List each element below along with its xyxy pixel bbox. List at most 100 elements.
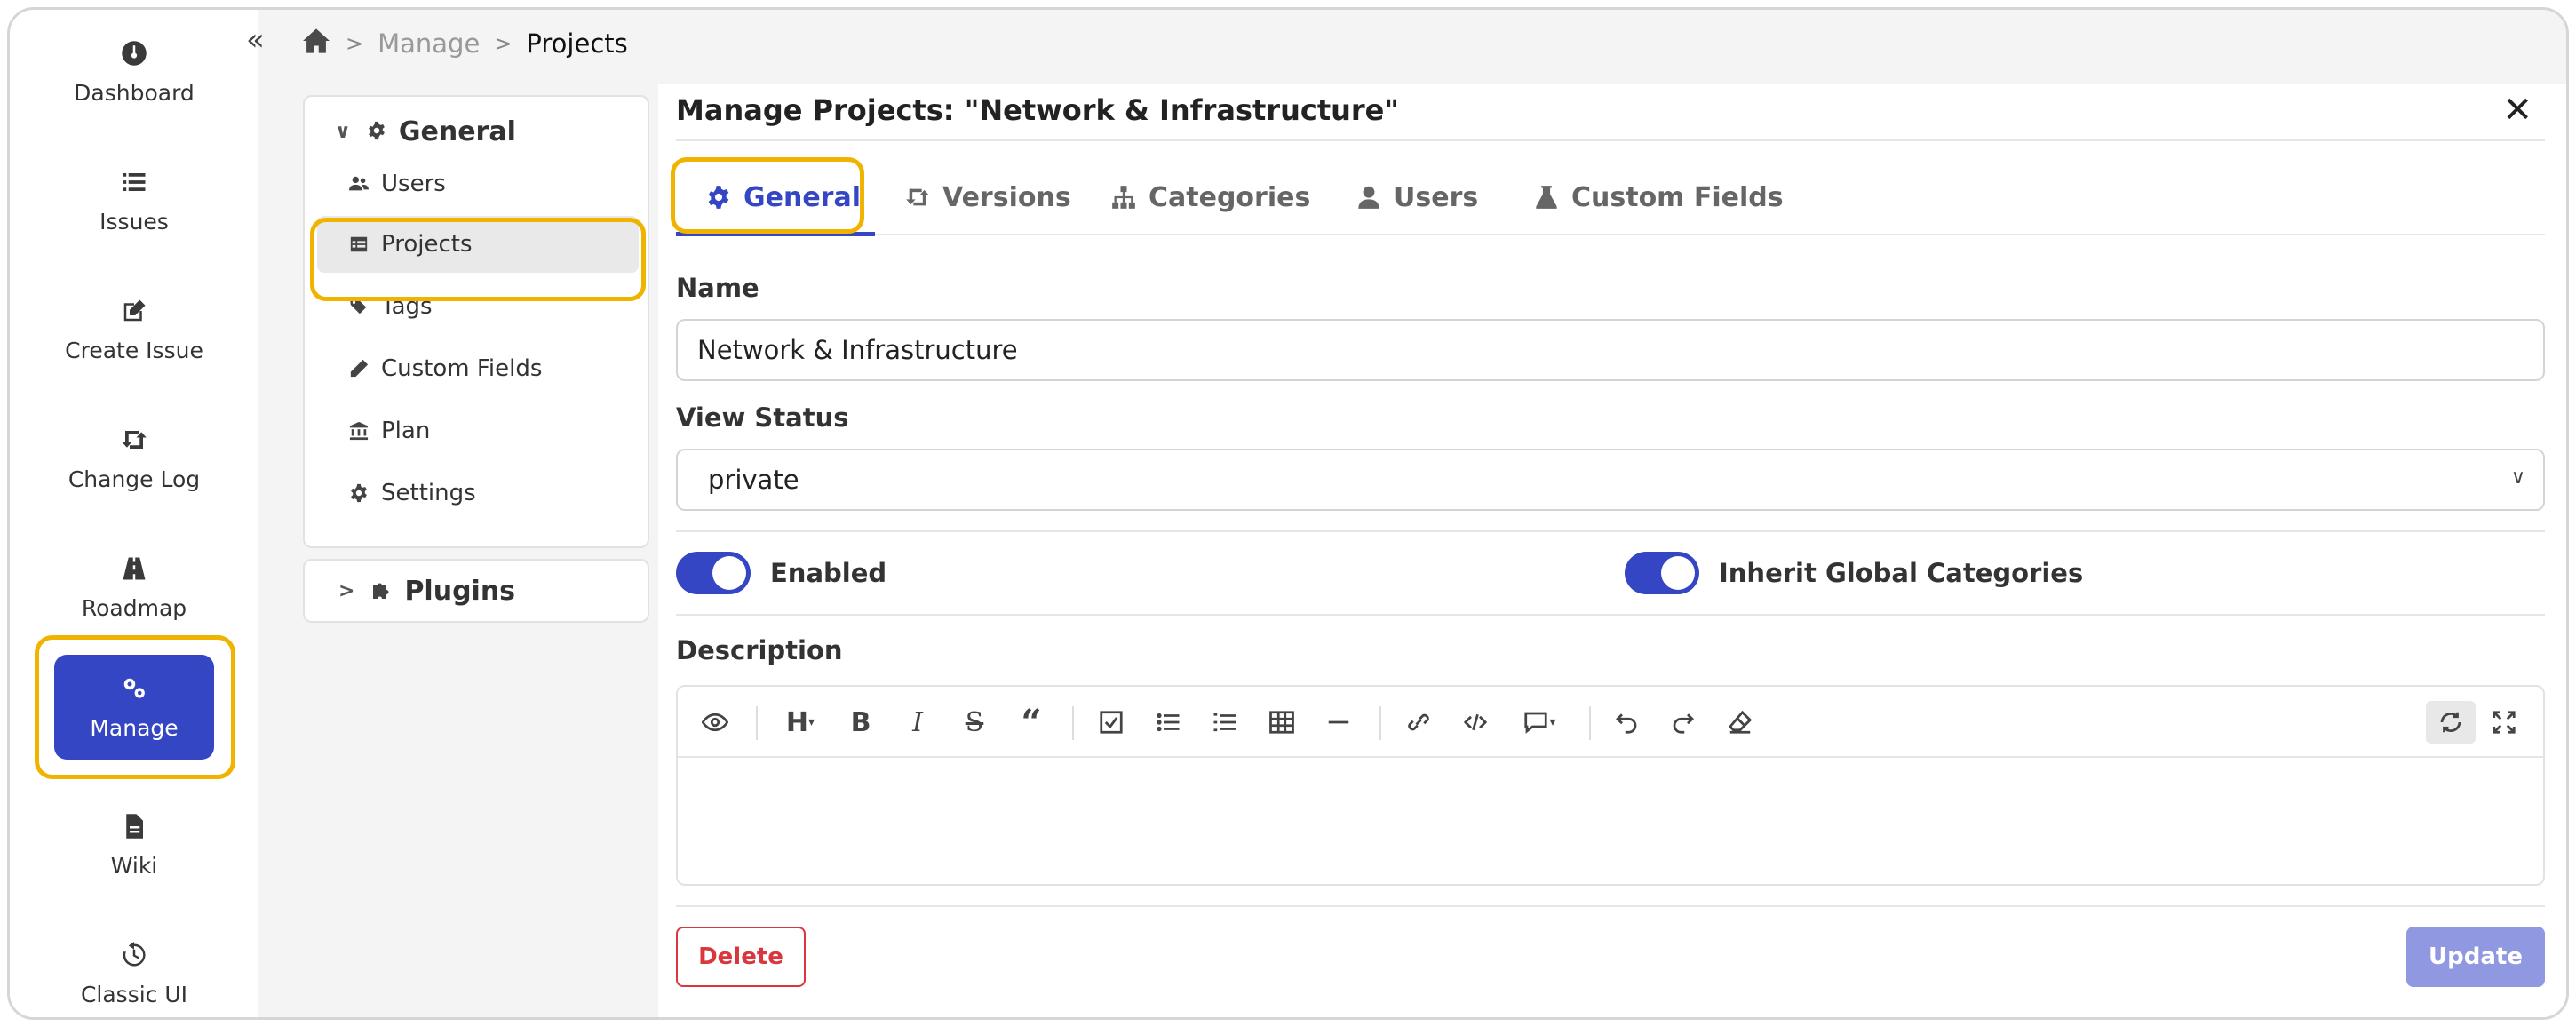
menu-item-label: Plan	[381, 418, 431, 444]
close-icon[interactable]: ✕	[2502, 90, 2532, 131]
tab-categories[interactable]: Categories	[1111, 159, 1310, 235]
menu-item-plan[interactable]: Plan	[317, 402, 639, 459]
user-icon	[1358, 186, 1379, 209]
redo-icon[interactable]	[1664, 701, 1703, 744]
nav-change-log[interactable]: Change Log	[54, 405, 214, 512]
fullscreen-icon[interactable]	[2485, 701, 2524, 744]
enabled-toggle-row: Enabled	[676, 552, 886, 594]
quote-icon[interactable]: “	[1012, 701, 1051, 744]
toolbar-separator	[1072, 706, 1074, 740]
toggle-knob	[1661, 556, 1695, 590]
nav-roadmap[interactable]: Roadmap	[54, 534, 214, 641]
flask-icon	[1536, 186, 1557, 209]
chevron-down-icon: ∨	[2510, 466, 2525, 489]
tab-label: Users	[1394, 181, 1479, 213]
comment-icon[interactable]: ▾	[1511, 701, 1568, 744]
nav-label: Issues	[99, 208, 169, 235]
link-icon[interactable]	[1399, 701, 1438, 744]
inherit-categories-toggle[interactable]	[1625, 552, 1699, 594]
preview-icon[interactable]	[694, 701, 736, 744]
editor-toolbar: H ▾ B I S “ ▾	[678, 687, 2543, 758]
view-status-label: View Status	[676, 402, 849, 433]
inherit-categories-toggle-row: Inherit Global Categories	[1625, 552, 2083, 594]
description-label: Description	[676, 635, 843, 665]
nav-create-issue[interactable]: Create Issue	[54, 276, 214, 383]
strikethrough-icon[interactable]: S	[955, 701, 994, 744]
view-status-select[interactable]: private ∨	[676, 449, 2545, 511]
collapse-sidebar-icon[interactable]: «	[246, 22, 265, 58]
menu-item-label: Users	[381, 171, 446, 197]
menu-item-label: Settings	[381, 480, 476, 506]
code-icon[interactable]	[1456, 701, 1495, 744]
edit-icon	[120, 297, 148, 325]
breadcrumb: > Manage > Projects	[301, 26, 628, 61]
tab-label: Custom Fields	[1571, 181, 1784, 213]
nav-classic-ui[interactable]: Classic UI	[54, 920, 214, 1017]
heading-icon[interactable]: H ▾	[775, 701, 825, 744]
checkbox-icon[interactable]	[1092, 701, 1131, 744]
nav-label: Wiki	[110, 852, 158, 879]
tab-versions[interactable]: Versions	[905, 159, 1071, 235]
tab-users[interactable]: Users	[1356, 159, 1478, 235]
page-title: Manage Projects: "Network & Infrastructu…	[676, 93, 1400, 127]
menu-item-custom-fields[interactable]: Custom Fields	[317, 340, 639, 397]
delete-button[interactable]: Delete	[676, 927, 806, 987]
home-icon[interactable]	[301, 28, 331, 60]
settings-menu: ∨ General Users Projects Tags Custom Fie…	[303, 95, 649, 548]
description-textarea[interactable]	[678, 760, 2543, 886]
view-status-value: private	[708, 465, 799, 495]
menu-item-tags[interactable]: Tags	[317, 278, 639, 335]
menu-group-general[interactable]: ∨ General	[335, 116, 516, 147]
numbered-list-icon[interactable]	[1205, 701, 1244, 744]
main-navigation: Dashboard Issues Create Issue Change Log…	[10, 10, 258, 1017]
users-icon	[349, 176, 369, 191]
eraser-icon[interactable]	[1721, 701, 1760, 744]
nav-label: Manage	[90, 714, 179, 741]
chevron-down-icon: ∨	[335, 121, 351, 143]
tab-label: General	[743, 181, 861, 213]
name-label: Name	[676, 273, 759, 303]
toolbar-separator	[1379, 706, 1381, 740]
italic-icon[interactable]: I	[898, 701, 937, 744]
history-icon	[120, 941, 148, 969]
update-button[interactable]: Update	[2406, 927, 2545, 987]
breadcrumb-separator-icon: >	[494, 31, 513, 56]
tab-label: Categories	[1149, 181, 1311, 213]
nav-manage[interactable]: Manage	[54, 655, 214, 760]
enabled-label: Enabled	[770, 558, 887, 588]
divider	[676, 614, 2545, 616]
nav-issues[interactable]: Issues	[54, 147, 214, 254]
nav-dashboard[interactable]: Dashboard	[54, 19, 214, 125]
app-window: Dashboard Issues Create Issue Change Log…	[7, 7, 2569, 1020]
menu-item-label: Custom Fields	[381, 355, 543, 382]
menu-item-settings[interactable]: Settings	[317, 465, 639, 521]
dashboard-icon	[120, 39, 148, 68]
breadcrumb-parent[interactable]: Manage	[378, 28, 480, 59]
changelog-icon	[120, 426, 148, 454]
menu-group-label: General	[398, 116, 516, 147]
toolbar-separator	[1589, 706, 1591, 740]
bank-icon	[349, 421, 369, 441]
tags-icon	[349, 298, 367, 314]
tab-label: Versions	[942, 181, 1071, 213]
bullet-list-icon[interactable]	[1149, 701, 1188, 744]
bold-icon[interactable]: B	[841, 701, 880, 744]
enabled-toggle[interactable]	[676, 552, 751, 594]
table-icon[interactable]	[1262, 701, 1301, 744]
menu-item-users[interactable]: Users	[317, 155, 639, 212]
divider	[676, 905, 2545, 907]
menu-item-projects[interactable]: Projects	[317, 216, 639, 273]
horizontal-rule-icon[interactable]	[1319, 701, 1358, 744]
undo-icon[interactable]	[1607, 701, 1646, 744]
name-input[interactable]	[676, 319, 2545, 381]
nav-wiki[interactable]: Wiki	[54, 792, 214, 898]
nav-label: Classic UI	[80, 981, 188, 1007]
versions-icon	[906, 188, 929, 206]
tab-custom-fields[interactable]: Custom Fields	[1534, 159, 1784, 235]
menu-group-plugins[interactable]: > Plugins	[303, 559, 649, 623]
list-icon	[120, 168, 148, 196]
tab-general[interactable]: General	[706, 159, 861, 235]
sync-scroll-icon[interactable]	[2426, 701, 2476, 744]
nav-label: Change Log	[68, 466, 201, 492]
puzzle-icon	[373, 583, 389, 599]
